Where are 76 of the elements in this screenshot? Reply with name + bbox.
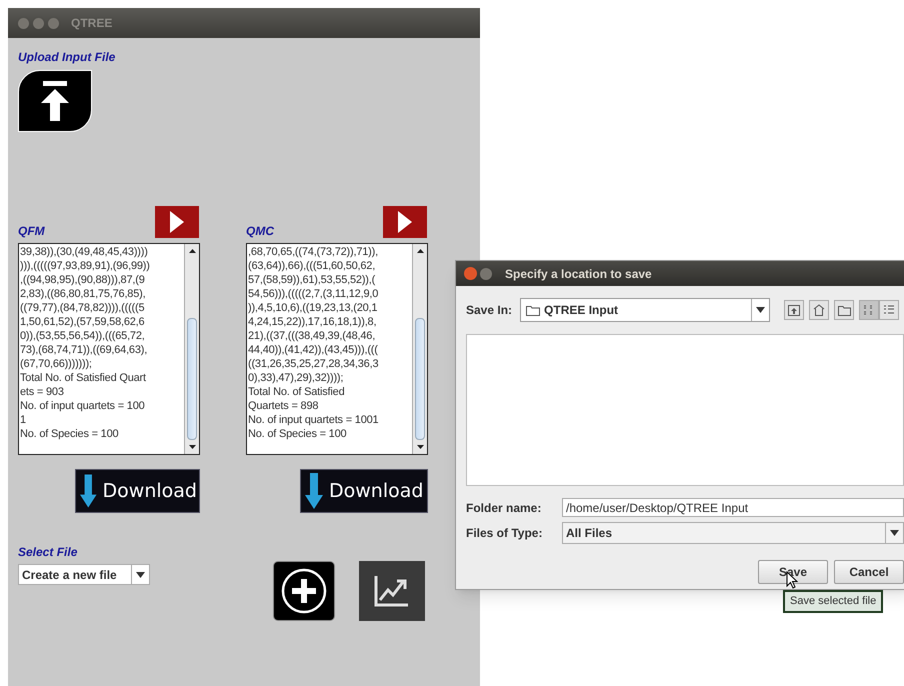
scrollbar[interactable] xyxy=(412,244,427,454)
home-button[interactable] xyxy=(809,300,830,320)
chart-button[interactable] xyxy=(359,561,425,621)
download-button[interactable]: Download xyxy=(75,469,200,513)
file-dropdown[interactable]: Create a new file xyxy=(18,564,150,585)
output-line: ))),(((((97,93,89,91),(96,99)) xyxy=(20,259,151,273)
output-line: Total No. of Satisfied xyxy=(248,385,346,399)
file-type-dropdown[interactable]: All Files xyxy=(562,522,904,544)
save-in-dropdown[interactable]: QTREE Input xyxy=(520,298,770,322)
folder-icon xyxy=(838,304,851,316)
dialog-title: Specify a location to save xyxy=(505,266,652,282)
caret-icon xyxy=(136,572,145,578)
down-arrow-icon xyxy=(80,473,97,509)
output-line: 54,56))),(((((2,7,(3,11,12,9,0 xyxy=(248,287,380,301)
scrollbar[interactable] xyxy=(184,244,199,454)
caret-icon xyxy=(890,530,899,536)
play-icon xyxy=(170,211,184,233)
output-line: 57,(58,59)),61),53,55,52)),( xyxy=(248,273,376,287)
output-line: 44,40)),(41,42)),(43,45))),((( xyxy=(248,343,379,357)
section-label: Upload Input File xyxy=(18,49,116,66)
play-button[interactable] xyxy=(155,206,199,238)
output-line: 4,24,15,22)),17,16,18,1)),8, xyxy=(248,315,378,329)
cancel-button[interactable]: Cancel xyxy=(834,560,904,584)
output-line: ets = 903 xyxy=(20,385,65,399)
output-line: 0)),(53,55,56,54)),(((65,72, xyxy=(20,329,146,343)
output-text-area[interactable] xyxy=(18,243,200,455)
field-label: Save In: xyxy=(466,302,512,319)
details-view-button[interactable] xyxy=(879,300,900,320)
output-line: Quartets = 898 xyxy=(248,399,320,413)
output-line: 1 xyxy=(20,413,27,427)
details-view-icon xyxy=(883,304,896,316)
line-chart-icon xyxy=(374,574,410,608)
upload-button[interactable] xyxy=(18,70,92,132)
output-line: (63,64)),66),(((51,60,50,62, xyxy=(248,259,376,273)
output-line: 0),33),47),29),32)))); xyxy=(248,371,344,385)
up-folder-button[interactable] xyxy=(784,300,804,320)
output-line: No. of input quartets = 100 xyxy=(20,399,146,413)
output-line: 21),((37,(((38,49,39,(48,46, xyxy=(248,329,376,343)
output-line: ((79,77),(84,78,82)))),(((((5 xyxy=(20,301,146,315)
down-arrow-icon xyxy=(305,473,323,509)
output-line: 73),(68,74,71)),((69,64,63), xyxy=(20,343,148,357)
section-label: QFM xyxy=(18,225,45,237)
play-icon xyxy=(398,211,412,233)
section-label: QMC xyxy=(246,225,274,237)
output-line: (67,70,66))))))); xyxy=(20,357,93,371)
list-view-button[interactable] xyxy=(859,300,880,320)
field-label: Files of Type: xyxy=(466,525,544,542)
tooltip: Save selected file xyxy=(783,590,884,612)
output-line: ,68,70,65,((74,(73,72)),71)), xyxy=(248,245,379,259)
output-line: No. of input quartets = 1001 xyxy=(248,413,380,427)
new-folder-button[interactable] xyxy=(834,300,854,320)
maximize-icon[interactable] xyxy=(480,268,492,280)
output-line: Total No. of Satisfied Quart xyxy=(20,371,147,385)
output-line: )),4,5,10,6),((19,23,13,(20,1 xyxy=(248,301,378,315)
plus-icon xyxy=(281,568,327,614)
play-button[interactable] xyxy=(383,206,427,238)
upload-icon xyxy=(40,81,70,121)
output-line: 1,50,61,52),(57,59,58,62,6 xyxy=(20,315,146,329)
field-label: Folder name: xyxy=(466,500,542,516)
up-folder-icon xyxy=(788,304,800,316)
output-line: ((31,26,35,25,27,28,34,36,3 xyxy=(248,357,380,371)
output-text-area[interactable] xyxy=(246,243,428,455)
caret-icon xyxy=(756,307,766,313)
folder-name-field[interactable]: /home/user/Desktop/QTREE Input xyxy=(562,498,904,517)
output-line: No. of Species = 100 xyxy=(248,427,348,441)
output-line: ,((94,98,95),(90,88))),87,(9 xyxy=(20,273,146,287)
close-icon[interactable] xyxy=(464,267,477,280)
output-line: No. of Species = 100 xyxy=(20,427,120,441)
add-button[interactable] xyxy=(273,561,335,621)
home-icon xyxy=(813,304,826,316)
output-line: 39,38)),(30,(49,48,45,43)))) xyxy=(20,245,149,259)
output-line: 2,83),((86,80,81,75,76,85), xyxy=(20,287,146,301)
section-label: Select File xyxy=(18,544,78,561)
window-title: QTREE xyxy=(71,15,112,32)
download-button[interactable]: Download xyxy=(300,469,428,513)
folder-icon xyxy=(526,304,540,316)
